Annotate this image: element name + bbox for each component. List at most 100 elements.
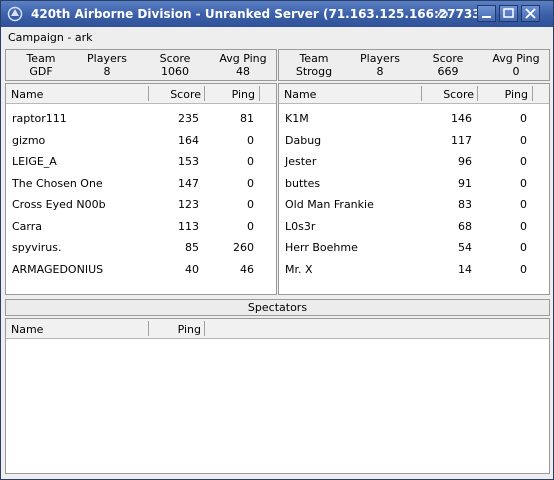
strogg-team-summary: Team Strogg Players 8 Score 669 Avg Ping… [278,49,550,81]
column-divider[interactable] [148,321,149,336]
player-row[interactable]: L0s3r 68 0 [279,216,549,237]
player-name: Dabug [285,133,322,147]
player-name: gizmo [12,133,46,147]
column-divider[interactable] [259,86,260,101]
player-name: L0s3r [285,219,316,233]
strogg-team-cell: Team Strogg [283,52,345,78]
player-score: 164 [178,133,199,147]
players-header: Players [87,52,127,65]
column-divider[interactable] [421,86,422,101]
player-ping: 46 [240,262,254,276]
window-title: 420th Airborne Division - Unranked Serve… [31,7,487,21]
player-name: ARMAGEDONIUS [12,262,104,276]
player-ping: 0 [520,112,527,125]
player-name: Cross Eyed N00b [12,198,106,211]
column-divider[interactable] [477,86,478,101]
player-row[interactable]: gizmo 164 0 [6,130,276,151]
player-ping: 0 [520,262,527,276]
player-name: buttes [285,176,321,190]
player-score: 91 [458,176,472,190]
player-name: LEIGE_A [12,155,57,168]
player-row[interactable]: ARMAGEDONIUS 40 46 [6,259,276,280]
name-column-header[interactable]: Name [284,88,316,101]
player-name: spyvirus. [12,241,62,254]
player-name: Mr. X [285,262,313,276]
avg-ping-value: 48 [236,65,250,78]
spectators-header: Spectators [5,299,550,316]
player-ping: 260 [233,241,254,254]
swirl-icon [437,10,448,18]
strogg-score-cell: Score 669 [417,52,479,78]
maximize-button[interactable] [499,5,518,22]
close-button[interactable] [521,5,540,22]
score-column-header[interactable]: Score [429,88,474,101]
minimize-button[interactable] [477,5,496,22]
player-score: 153 [178,155,199,168]
player-row[interactable]: raptor111 235 81 [6,108,276,129]
player-row[interactable]: Old Man Frankie 83 0 [279,194,549,215]
player-name: Carra [12,219,43,233]
avg-ping-header: Avg Ping [219,52,267,65]
column-divider[interactable] [532,86,533,101]
player-ping: 0 [247,176,254,190]
player-name: raptor111 [12,112,67,125]
ping-column-header[interactable]: Ping [483,88,528,101]
spectator-list-header: Name Ping [6,319,549,339]
score-header: Score [432,52,464,65]
gdf-team-cell: Team GDF [10,52,72,78]
player-ping: 0 [247,198,254,211]
player-score: 235 [178,112,199,125]
score-header: Score [159,52,191,65]
player-name: The Chosen One [12,176,103,190]
team-header: Team [299,52,329,65]
player-row[interactable]: LEIGE_A 153 0 [6,151,276,172]
player-ping: 0 [520,241,527,254]
player-ping: 81 [240,112,254,125]
player-row[interactable]: Mr. X 14 0 [279,259,549,280]
score-column-header[interactable]: Score [156,88,201,101]
gdf-score-cell: Score 1060 [144,52,206,78]
gdf-list-header: Name Score Ping [6,84,276,104]
player-row[interactable]: Jester 96 0 [279,151,549,172]
minimize-icon [482,16,491,18]
player-score: 113 [178,219,199,233]
player-row[interactable]: Dabug 117 0 [279,130,549,151]
strogg-player-list[interactable]: Name Score Ping K1M 146 0 Dabug 117 0 Jester 96… [278,83,550,295]
team-name: GDF [29,65,53,78]
gdf-players-cell: Players 8 [76,52,138,78]
players-count: 8 [376,65,384,78]
ping-column-header[interactable]: Ping [156,323,201,336]
strogg-list-header: Name Score Ping [279,84,549,104]
avg-ping-value: 0 [512,65,520,78]
player-score: 146 [451,112,472,125]
player-score: 83 [458,198,472,211]
column-divider[interactable] [204,86,205,101]
player-score: 96 [458,155,472,168]
player-row[interactable]: Herr Boehme 54 0 [279,237,549,258]
gdf-player-list[interactable]: Name Score Ping raptor111 235 81 gizmo 164 0 L… [5,83,277,295]
close-icon [525,8,536,19]
player-ping: 0 [520,155,527,168]
player-row[interactable]: K1M 146 0 [279,108,549,129]
players-header: Players [360,52,400,65]
server-info-window: 420th Airborne Division - Unranked Serve… [0,0,554,480]
maximize-icon [503,8,514,18]
player-row[interactable]: Cross Eyed N00b 123 0 [6,194,276,215]
player-row[interactable]: Carra 113 0 [6,216,276,237]
name-column-header[interactable]: Name [11,323,43,336]
column-divider[interactable] [204,321,205,336]
ping-column-header[interactable]: Ping [210,88,255,101]
strogg-avg-ping-cell: Avg Ping 0 [485,52,547,78]
spectator-list[interactable]: Name Ping [5,318,550,474]
name-column-header[interactable]: Name [11,88,43,101]
app-icon [7,6,23,22]
player-row[interactable]: The Chosen One 147 0 [6,173,276,194]
team-header: Team [26,52,56,65]
player-ping: 0 [520,198,527,211]
title-bar[interactable]: 420th Airborne Division - Unranked Serve… [1,1,553,27]
column-divider[interactable] [148,86,149,101]
player-ping: 0 [247,133,254,147]
player-row[interactable]: spyvirus. 85 260 [6,237,276,258]
player-row[interactable]: buttes 91 0 [279,173,549,194]
player-score: 40 [185,262,199,276]
